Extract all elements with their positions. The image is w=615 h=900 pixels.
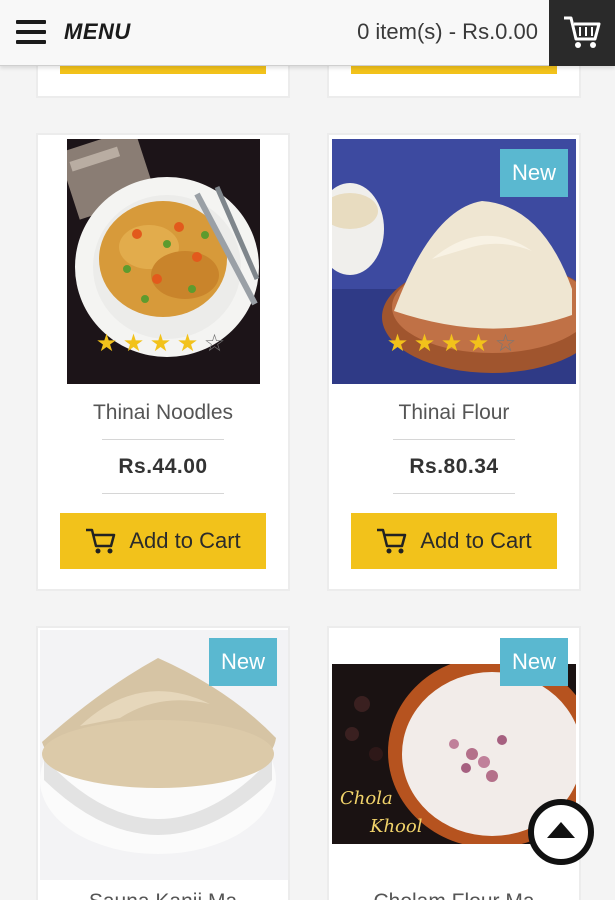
cart-summary[interactable]: 0 item(s) - Rs.0.00 <box>357 19 538 45</box>
star-filled-icon: ★ <box>122 330 145 357</box>
divider <box>102 439 224 440</box>
image-caption: Khool <box>369 816 423 837</box>
add-to-cart-label: Add to Cart <box>420 528 532 553</box>
product-card: New Sauna Kanji Ma <box>36 626 290 900</box>
star-filled-icon: ★ <box>95 330 118 357</box>
new-badge: New <box>500 638 568 686</box>
shopping-cart-icon <box>564 16 601 48</box>
rating-stars: ★ ★ ★ ★ ☆ <box>385 332 518 356</box>
star-filled-icon: ★ <box>467 330 490 357</box>
divider <box>393 493 515 494</box>
image-caption: Chola <box>340 788 393 809</box>
new-badge: New <box>500 149 568 197</box>
star-filled-icon: ★ <box>149 330 172 357</box>
star-filled-icon: ★ <box>176 330 199 357</box>
star-filled-icon: ★ <box>440 330 463 357</box>
cart-button[interactable] <box>549 0 615 66</box>
rating-stars: ★ ★ ★ ★ ☆ <box>94 332 227 356</box>
cart-icon <box>377 528 407 554</box>
divider <box>102 493 224 494</box>
new-badge: New <box>209 638 277 686</box>
menu-label: MENU <box>64 19 131 44</box>
star-empty-icon: ☆ <box>494 330 517 357</box>
star-filled-icon: ★ <box>386 330 409 357</box>
cart-icon <box>86 528 116 554</box>
product-name[interactable]: Thinai Flour <box>329 401 579 425</box>
scroll-to-top-button[interactable] <box>528 799 594 865</box>
hamburger-icon <box>16 20 46 44</box>
add-to-cart-label: Add to Cart <box>129 528 241 553</box>
add-to-cart-button[interactable]: Add to Cart <box>351 513 557 569</box>
add-to-cart-button[interactable]: Add to Cart <box>60 513 266 569</box>
divider <box>393 439 515 440</box>
product-name[interactable]: Cholam Flour Ma <box>329 890 579 900</box>
product-card: ★ ★ ★ ★ ☆ Thinai Noodles Rs.44.00 Add to Car… <box>36 133 290 591</box>
product-name[interactable]: Thinai Noodles <box>38 401 288 425</box>
arrow-up-icon <box>547 822 575 838</box>
top-bar: MENU 0 item(s) - Rs.0.00 <box>0 0 615 66</box>
product-name[interactable]: Sauna Kanji Ma <box>38 890 288 900</box>
menu-button[interactable]: MENU <box>16 17 131 47</box>
star-empty-icon: ☆ <box>203 330 226 357</box>
star-filled-icon: ★ <box>413 330 436 357</box>
product-card: New ★ ★ ★ ★ ☆ Thinai Flour Rs.80.34 Add to C… <box>327 133 581 591</box>
product-price: Rs.44.00 <box>118 455 208 478</box>
product-price: Rs.80.34 <box>409 455 499 478</box>
